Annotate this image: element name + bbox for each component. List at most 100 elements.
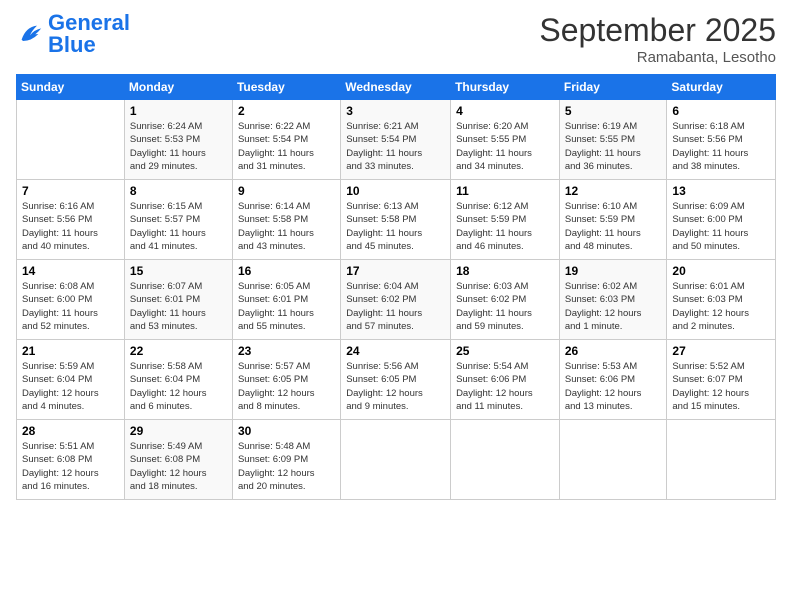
day-number: 17 — [346, 264, 445, 278]
calendar-cell: 8 Sunrise: 6:15 AMSunset: 5:57 PMDaylight… — [124, 180, 232, 260]
day-info: Sunrise: 6:22 AMSunset: 5:54 PMDaylight:… — [238, 120, 335, 173]
calendar-cell: 29 Sunrise: 5:49 AMSunset: 6:08 PMDayligh… — [124, 420, 232, 500]
day-info: Sunrise: 6:05 AMSunset: 6:01 PMDaylight:… — [238, 280, 335, 333]
day-header-saturday: Saturday — [667, 75, 776, 100]
day-info: Sunrise: 6:07 AMSunset: 6:01 PMDaylight:… — [130, 280, 227, 333]
day-info: Sunrise: 6:14 AMSunset: 5:58 PMDaylight:… — [238, 200, 335, 253]
day-info: Sunrise: 5:49 AMSunset: 6:08 PMDaylight:… — [130, 440, 227, 493]
page-container: General Blue September 2025 Ramabanta, L… — [0, 0, 792, 508]
day-header-sunday: Sunday — [17, 75, 125, 100]
day-number: 1 — [130, 104, 227, 118]
calendar-cell — [17, 100, 125, 180]
calendar-cell: 28Sunrise: 5:51 AMSunset: 6:08 PMDayligh… — [17, 420, 125, 500]
calendar-cell: 1 Sunrise: 6:24 AMSunset: 5:53 PMDaylight… — [124, 100, 232, 180]
day-info: Sunrise: 5:53 AMSunset: 6:06 PMDaylight:… — [565, 360, 662, 413]
calendar-cell: 10 Sunrise: 6:13 AMSunset: 5:58 PMDayligh… — [341, 180, 451, 260]
calendar-cell: 17 Sunrise: 6:04 AMSunset: 6:02 PMDayligh… — [341, 260, 451, 340]
calendar-cell — [451, 420, 560, 500]
day-info: Sunrise: 6:24 AMSunset: 5:53 PMDaylight:… — [130, 120, 227, 173]
day-info: Sunrise: 6:19 AMSunset: 5:55 PMDaylight:… — [565, 120, 662, 173]
day-info: Sunrise: 5:58 AMSunset: 6:04 PMDaylight:… — [130, 360, 227, 413]
day-number: 8 — [130, 184, 227, 198]
calendar-cell: 2Sunrise: 6:22 AMSunset: 5:54 PMDaylight… — [232, 100, 340, 180]
title-block: September 2025 Ramabanta, Lesotho — [539, 12, 776, 66]
calendar-cell: 18Sunrise: 6:03 AMSunset: 6:02 PMDayligh… — [451, 260, 560, 340]
calendar-cell: 15 Sunrise: 6:07 AMSunset: 6:01 PMDayligh… — [124, 260, 232, 340]
day-info: Sunrise: 6:13 AMSunset: 5:58 PMDaylight:… — [346, 200, 445, 253]
day-number: 23 — [238, 344, 335, 358]
calendar-cell: 24Sunrise: 5:56 AMSunset: 6:05 PMDayligh… — [341, 340, 451, 420]
day-number: 19 — [565, 264, 662, 278]
day-info: Sunrise: 6:21 AMSunset: 5:54 PMDaylight:… — [346, 120, 445, 173]
calendar-cell — [341, 420, 451, 500]
day-number: 4 — [456, 104, 554, 118]
day-number: 6 — [672, 104, 770, 118]
calendar-cell: 11Sunrise: 6:12 AMSunset: 5:59 PMDayligh… — [451, 180, 560, 260]
day-info: Sunrise: 6:15 AMSunset: 5:57 PMDaylight:… — [130, 200, 227, 253]
logo-icon — [16, 20, 44, 48]
day-header-wednesday: Wednesday — [341, 75, 451, 100]
logo-text-line2: Blue — [48, 34, 130, 56]
day-info: Sunrise: 6:02 AMSunset: 6:03 PMDaylight:… — [565, 280, 662, 333]
day-number: 22 — [130, 344, 227, 358]
day-info: Sunrise: 5:59 AMSunset: 6:04 PMDaylight:… — [22, 360, 119, 413]
day-info: Sunrise: 6:04 AMSunset: 6:02 PMDaylight:… — [346, 280, 445, 333]
week-row-5: 28Sunrise: 5:51 AMSunset: 6:08 PMDayligh… — [17, 420, 776, 500]
calendar-cell: 27Sunrise: 5:52 AMSunset: 6:07 PMDayligh… — [667, 340, 776, 420]
day-info: Sunrise: 6:03 AMSunset: 6:02 PMDaylight:… — [456, 280, 554, 333]
day-number: 24 — [346, 344, 445, 358]
day-header-monday: Monday — [124, 75, 232, 100]
calendar-cell: 4 Sunrise: 6:20 AMSunset: 5:55 PMDaylight… — [451, 100, 560, 180]
calendar-cell: 26 Sunrise: 5:53 AMSunset: 6:06 PMDayligh… — [559, 340, 667, 420]
calendar-cell: 20 Sunrise: 6:01 AMSunset: 6:03 PMDayligh… — [667, 260, 776, 340]
calendar-cell: 25 Sunrise: 5:54 AMSunset: 6:06 PMDayligh… — [451, 340, 560, 420]
calendar-cell — [667, 420, 776, 500]
calendar-table: SundayMondayTuesdayWednesdayThursdayFrid… — [16, 74, 776, 500]
logo-text-line1: General — [48, 12, 130, 34]
day-info: Sunrise: 6:09 AMSunset: 6:00 PMDaylight:… — [672, 200, 770, 253]
calendar-cell: 13Sunrise: 6:09 AMSunset: 6:00 PMDayligh… — [667, 180, 776, 260]
day-number: 12 — [565, 184, 662, 198]
calendar-cell: 16 Sunrise: 6:05 AMSunset: 6:01 PMDayligh… — [232, 260, 340, 340]
calendar-cell: 19 Sunrise: 6:02 AMSunset: 6:03 PMDayligh… — [559, 260, 667, 340]
day-number: 26 — [565, 344, 662, 358]
day-number: 7 — [22, 184, 119, 198]
day-info: Sunrise: 6:12 AMSunset: 5:59 PMDaylight:… — [456, 200, 554, 253]
calendar-cell: 23 Sunrise: 5:57 AMSunset: 6:05 PMDayligh… — [232, 340, 340, 420]
calendar-cell: 6Sunrise: 6:18 AMSunset: 5:56 PMDaylight… — [667, 100, 776, 180]
calendar-cell: 5Sunrise: 6:19 AMSunset: 5:55 PMDaylight… — [559, 100, 667, 180]
calendar-cell: 21Sunrise: 5:59 AMSunset: 6:04 PMDayligh… — [17, 340, 125, 420]
logo: General Blue — [16, 12, 130, 56]
day-number: 20 — [672, 264, 770, 278]
calendar-cell: 22 Sunrise: 5:58 AMSunset: 6:04 PMDayligh… — [124, 340, 232, 420]
day-info: Sunrise: 5:48 AMSunset: 6:09 PMDaylight:… — [238, 440, 335, 493]
day-number: 29 — [130, 424, 227, 438]
month-title: September 2025 — [539, 12, 776, 49]
day-number: 28 — [22, 424, 119, 438]
calendar-cell: 12 Sunrise: 6:10 AMSunset: 5:59 PMDayligh… — [559, 180, 667, 260]
calendar-cell: 3 Sunrise: 6:21 AMSunset: 5:54 PMDaylight… — [341, 100, 451, 180]
week-row-1: 1 Sunrise: 6:24 AMSunset: 5:53 PMDaylight… — [17, 100, 776, 180]
calendar-cell: 14Sunrise: 6:08 AMSunset: 6:00 PMDayligh… — [17, 260, 125, 340]
subtitle: Ramabanta, Lesotho — [539, 49, 776, 66]
day-info: Sunrise: 6:08 AMSunset: 6:00 PMDaylight:… — [22, 280, 119, 333]
day-header-thursday: Thursday — [451, 75, 560, 100]
day-number: 30 — [238, 424, 335, 438]
day-number: 10 — [346, 184, 445, 198]
week-row-4: 21Sunrise: 5:59 AMSunset: 6:04 PMDayligh… — [17, 340, 776, 420]
day-info: Sunrise: 5:54 AMSunset: 6:06 PMDaylight:… — [456, 360, 554, 413]
day-number: 16 — [238, 264, 335, 278]
header: General Blue September 2025 Ramabanta, L… — [16, 12, 776, 66]
day-info: Sunrise: 6:20 AMSunset: 5:55 PMDaylight:… — [456, 120, 554, 173]
day-info: Sunrise: 6:10 AMSunset: 5:59 PMDaylight:… — [565, 200, 662, 253]
week-row-2: 7Sunrise: 6:16 AMSunset: 5:56 PMDaylight… — [17, 180, 776, 260]
day-header-friday: Friday — [559, 75, 667, 100]
day-info: Sunrise: 5:57 AMSunset: 6:05 PMDaylight:… — [238, 360, 335, 413]
day-number: 9 — [238, 184, 335, 198]
day-number: 25 — [456, 344, 554, 358]
day-number: 3 — [346, 104, 445, 118]
day-header-tuesday: Tuesday — [232, 75, 340, 100]
day-info: Sunrise: 6:01 AMSunset: 6:03 PMDaylight:… — [672, 280, 770, 333]
week-row-3: 14Sunrise: 6:08 AMSunset: 6:00 PMDayligh… — [17, 260, 776, 340]
day-number: 15 — [130, 264, 227, 278]
